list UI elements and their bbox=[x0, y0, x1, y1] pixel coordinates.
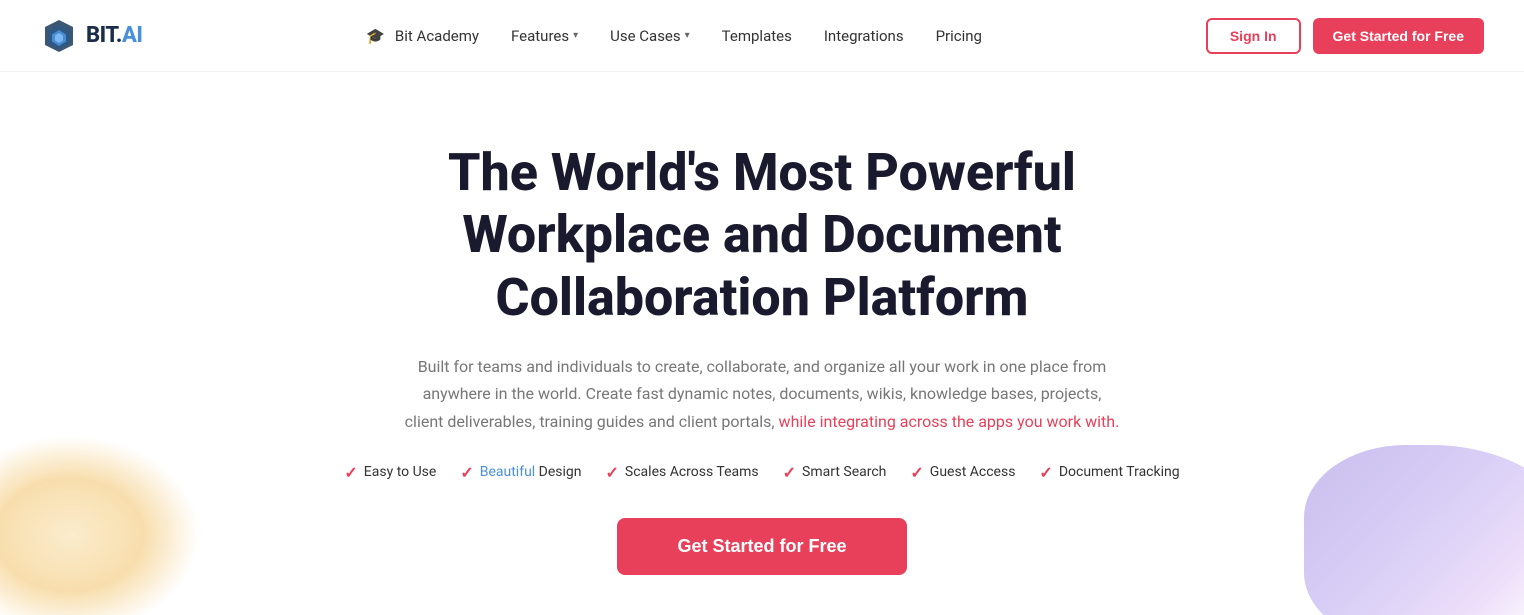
cta-hero-button[interactable]: Get Started for Free bbox=[617, 518, 906, 575]
checkmark-icon: ✓ bbox=[783, 463, 796, 482]
feature-label: Document Tracking bbox=[1059, 464, 1180, 480]
decorative-blob-right bbox=[1304, 445, 1524, 615]
logo-icon bbox=[40, 17, 78, 55]
nav-actions: Sign In Get Started for Free bbox=[1206, 18, 1484, 54]
feature-label: Smart Search bbox=[802, 464, 886, 480]
hero-content: The World's Most Powerful Workplace and … bbox=[312, 142, 1212, 575]
hero-title: The World's Most Powerful Workplace and … bbox=[312, 142, 1212, 329]
chevron-down-icon: ▾ bbox=[573, 30, 578, 41]
feature-document-tracking: ✓ Document Tracking bbox=[1039, 463, 1179, 482]
checkmark-icon: ✓ bbox=[606, 463, 619, 482]
highlight-pink: while integrating across the apps you wo… bbox=[779, 412, 1120, 431]
logo[interactable]: BIT.AI bbox=[40, 17, 142, 55]
nav-templates[interactable]: Templates bbox=[722, 27, 792, 45]
header: BIT.AI 🎓 Bit Academy Features ▾ Use Case… bbox=[0, 0, 1524, 72]
nav-pricing[interactable]: Pricing bbox=[936, 27, 982, 45]
decorative-blob-left bbox=[0, 435, 200, 615]
hero-subtitle: Built for teams and individuals to creat… bbox=[402, 353, 1122, 435]
checkmark-icon: ✓ bbox=[910, 463, 923, 482]
graduation-cap-icon: 🎓 bbox=[366, 27, 385, 45]
feature-label: Scales Across Teams bbox=[625, 464, 759, 480]
hero-section: The World's Most Powerful Workplace and … bbox=[0, 72, 1524, 615]
checkmark-icon: ✓ bbox=[1039, 463, 1052, 482]
feature-label: Easy to Use bbox=[364, 464, 437, 480]
main-nav: 🎓 Bit Academy Features ▾ Use Cases ▾ Tem… bbox=[366, 27, 982, 45]
feature-badges: ✓ Easy to Use ✓ Beautiful Design ✓ Scale… bbox=[312, 463, 1212, 482]
logo-text: BIT.AI bbox=[86, 23, 142, 48]
feature-beautiful-design: ✓ Beautiful Design bbox=[460, 463, 581, 482]
feature-label: Guest Access bbox=[930, 464, 1016, 480]
nav-integrations[interactable]: Integrations bbox=[824, 27, 904, 45]
signin-button[interactable]: Sign In bbox=[1206, 18, 1301, 54]
feature-smart-search: ✓ Smart Search bbox=[783, 463, 887, 482]
nav-academy[interactable]: 🎓 Bit Academy bbox=[366, 27, 479, 45]
checkmark-icon: ✓ bbox=[460, 463, 473, 482]
cta-nav-button[interactable]: Get Started for Free bbox=[1313, 18, 1484, 54]
chevron-down-icon: ▾ bbox=[685, 30, 690, 41]
feature-guest-access: ✓ Guest Access bbox=[910, 463, 1015, 482]
nav-features[interactable]: Features ▾ bbox=[511, 27, 578, 45]
feature-label: Beautiful Design bbox=[480, 464, 582, 480]
feature-easy-to-use: ✓ Easy to Use bbox=[344, 463, 436, 482]
checkmark-icon: ✓ bbox=[344, 463, 357, 482]
nav-use-cases[interactable]: Use Cases ▾ bbox=[610, 27, 690, 45]
feature-scales-across-teams: ✓ Scales Across Teams bbox=[606, 463, 759, 482]
